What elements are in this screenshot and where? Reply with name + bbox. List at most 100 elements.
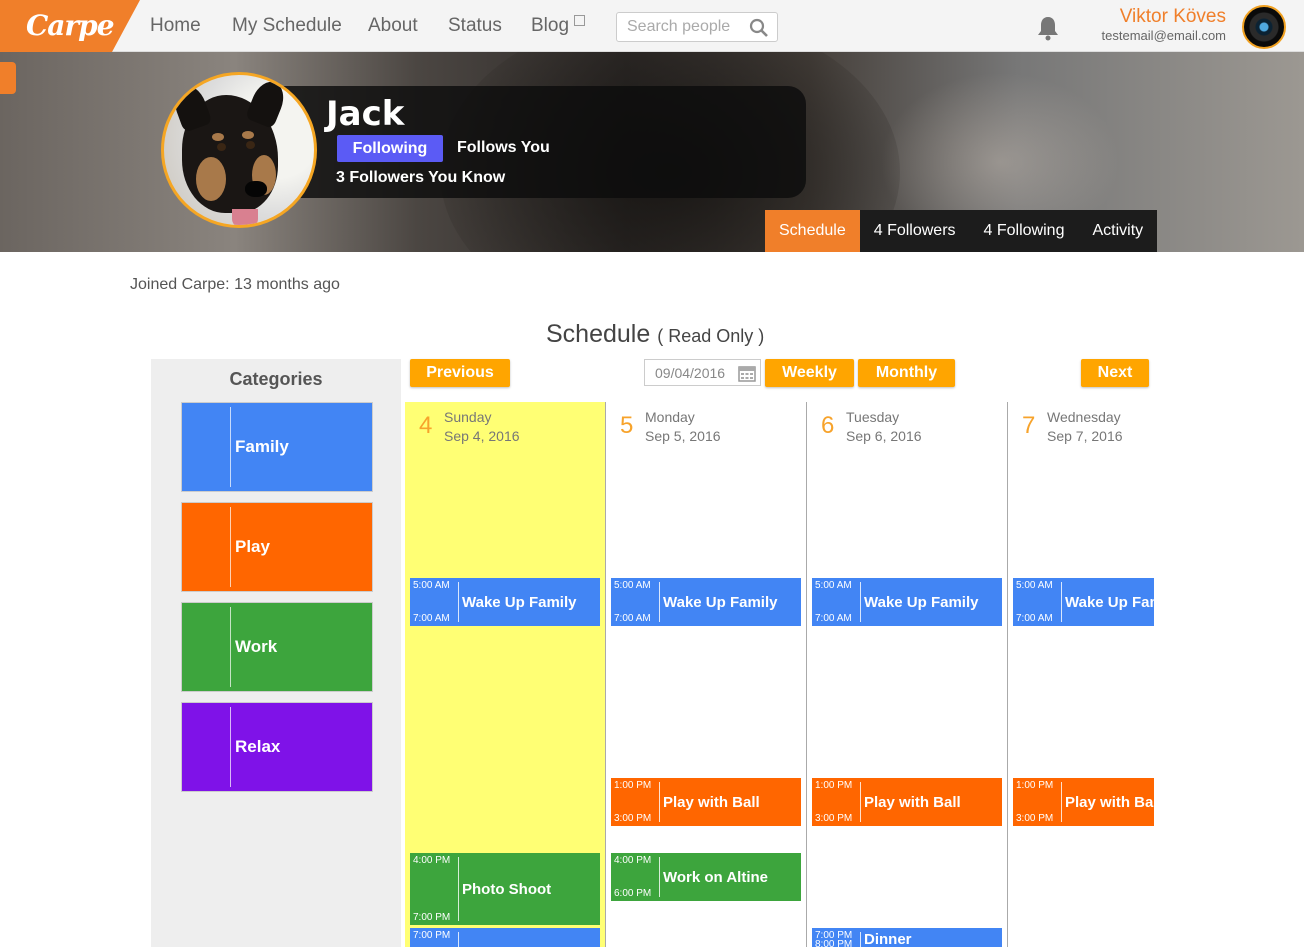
user-name[interactable]: Viktor Köves: [1120, 6, 1226, 28]
event-wake-up-family[interactable]: 5:00 AM 7:00 AM Wake Up Family: [410, 578, 600, 626]
user-email: testemail@email.com: [1101, 28, 1226, 43]
category-relax[interactable]: Relax: [181, 702, 373, 792]
event-photo-shoot[interactable]: 4:00 PM 7:00 PM Photo Shoot: [410, 853, 600, 925]
tab-following[interactable]: 4 Following: [969, 210, 1079, 252]
event-title: Wake Up Family: [864, 594, 979, 611]
tab-activity[interactable]: Activity: [1078, 210, 1158, 252]
day-column-sunday[interactable]: 4 Sunday Sep 4, 2016 5:00 AM 7:00 AM Wak…: [405, 402, 606, 947]
category-label: Work: [235, 637, 278, 656]
follows-you-label: Follows You: [457, 139, 550, 156]
schedule-title-text: Schedule: [546, 320, 651, 348]
event-play-with-ball[interactable]: 1:00 PM 3:00 PM Play with Ball: [812, 778, 1002, 826]
nav-blog[interactable]: Blog: [531, 15, 586, 37]
nav-my-schedule[interactable]: My Schedule: [232, 15, 342, 37]
date-value: 09/04/2016: [655, 365, 726, 381]
read-only-label: ( Read Only ): [657, 326, 765, 346]
followers-you-know-link[interactable]: 3 Followers You Know: [336, 169, 505, 187]
event-end-time: 7:00 AM: [413, 613, 450, 624]
day-number: 7: [1022, 412, 1036, 439]
external-link-icon: [574, 15, 586, 26]
event-start-time: 1:00 PM: [815, 780, 853, 791]
category-play[interactable]: Play: [181, 502, 373, 592]
side-drawer-tab[interactable]: [0, 62, 16, 94]
event-wake-up-family[interactable]: 5:00 AM 7:00 AM Wake Up Family: [812, 578, 1002, 626]
top-navbar: Carpe Home My Schedule About Status Blog…: [0, 0, 1304, 52]
day-column-monday[interactable]: 5 Monday Sep 5, 2016 5:00 AM 7:00 AM Wak…: [606, 402, 807, 947]
event-title: Dinner: [864, 931, 912, 947]
event-start-time: 1:00 PM: [614, 780, 652, 791]
categories-panel: Categories Family Play Work Relax: [151, 359, 401, 947]
day-date: Sep 7, 2016: [1047, 428, 1123, 444]
monthly-button[interactable]: Monthly: [858, 359, 955, 387]
event-end-time: 7:00 PM: [413, 912, 451, 923]
date-picker-input[interactable]: 09/04/2016: [644, 359, 761, 386]
event-start-time: 5:00 AM: [815, 580, 852, 591]
event-end-time: 7:00 AM: [815, 613, 852, 624]
day-column-tuesday[interactable]: 6 Tuesday Sep 6, 2016 5:00 AM 7:00 AM Wa…: [807, 402, 1008, 947]
nav-home[interactable]: Home: [150, 15, 201, 37]
category-family[interactable]: Family: [181, 402, 373, 492]
event-dinner[interactable]: 7:00 PM 8:00 PM Dinner: [812, 928, 1002, 947]
day-number: 6: [821, 412, 835, 439]
user-avatar[interactable]: [1242, 5, 1286, 49]
categories-title: Categories: [229, 369, 323, 389]
category-label: Relax: [235, 737, 281, 756]
tab-schedule[interactable]: Schedule: [765, 210, 860, 252]
event-end-time: 3:00 PM: [614, 813, 652, 824]
event-start-time: 5:00 AM: [1016, 580, 1053, 591]
event-start-time: 5:00 AM: [614, 580, 651, 591]
previous-button[interactable]: Previous: [410, 359, 510, 387]
calendar-icon[interactable]: [738, 364, 756, 382]
event-end-time: 3:00 PM: [815, 813, 853, 824]
event-start-time: 5:00 AM: [413, 580, 450, 591]
nav-about[interactable]: About: [368, 15, 418, 37]
event-title: Work on Altine: [663, 869, 768, 886]
category-label: Family: [235, 437, 289, 456]
nav-blog-label: Blog: [531, 15, 570, 36]
next-button[interactable]: Next: [1081, 359, 1149, 387]
event-title: Play with Ball: [1065, 794, 1154, 811]
day-date: Sep 5, 2016: [645, 428, 721, 444]
event-title: Wake Up Family: [1065, 594, 1154, 611]
bell-icon[interactable]: [1034, 14, 1062, 42]
nav-status[interactable]: Status: [448, 15, 502, 37]
category-work[interactable]: Work: [181, 602, 373, 692]
event-start-time: 1:00 PM: [1016, 780, 1054, 791]
day-name: Tuesday: [846, 409, 900, 425]
category-label: Play: [235, 537, 270, 556]
profile-name: Jack: [326, 94, 405, 134]
carpe-logo[interactable]: Carpe: [0, 0, 140, 52]
event-evening[interactable]: 7:00 PM: [410, 928, 600, 947]
search-box: [616, 12, 778, 42]
event-end-time: 6:00 PM: [614, 888, 652, 899]
search-icon[interactable]: [749, 18, 769, 38]
tab-followers[interactable]: 4 Followers: [859, 210, 970, 252]
event-play-with-ball[interactable]: 1:00 PM 3:00 PM Play with Ball: [1013, 778, 1154, 826]
event-title: Wake Up Family: [663, 594, 778, 611]
event-work-on-altine[interactable]: 4:00 PM 6:00 PM Work on Altine: [611, 853, 801, 901]
profile-tabs: Schedule 4 Followers 4 Following Activit…: [765, 210, 1158, 252]
logo-text: Carpe: [26, 9, 115, 42]
day-number: 4: [419, 412, 433, 439]
joined-date: Joined Carpe: 13 months ago: [130, 276, 340, 293]
day-column-wednesday[interactable]: 7 Wednesday Sep 7, 2016 5:00 AM 7:00 AM …: [1008, 402, 1154, 947]
event-wake-up-family[interactable]: 5:00 AM 7:00 AM Wake Up Family: [1013, 578, 1154, 626]
event-end-time: 8:00 PM: [815, 939, 853, 947]
event-title: Play with Ball: [663, 794, 760, 811]
day-name: Sunday: [444, 409, 492, 425]
day-date: Sep 6, 2016: [846, 428, 922, 444]
event-wake-up-family[interactable]: 5:00 AM 7:00 AM Wake Up Family: [611, 578, 801, 626]
day-number: 5: [620, 412, 634, 439]
event-start-time: 4:00 PM: [413, 855, 451, 866]
event-end-time: 3:00 PM: [1016, 813, 1054, 824]
following-button[interactable]: Following: [337, 135, 443, 162]
search-input[interactable]: [617, 13, 743, 41]
event-end-time: 7:00 AM: [1016, 613, 1053, 624]
day-name: Monday: [645, 409, 695, 425]
day-date: Sep 4, 2016: [444, 428, 520, 444]
calendar-week-grid: 4 Sunday Sep 4, 2016 5:00 AM 7:00 AM Wak…: [405, 402, 1154, 947]
dog-illustration: [169, 76, 290, 225]
weekly-button[interactable]: Weekly: [765, 359, 854, 387]
day-name: Wednesday: [1047, 409, 1121, 425]
event-play-with-ball[interactable]: 1:00 PM 3:00 PM Play with Ball: [611, 778, 801, 826]
